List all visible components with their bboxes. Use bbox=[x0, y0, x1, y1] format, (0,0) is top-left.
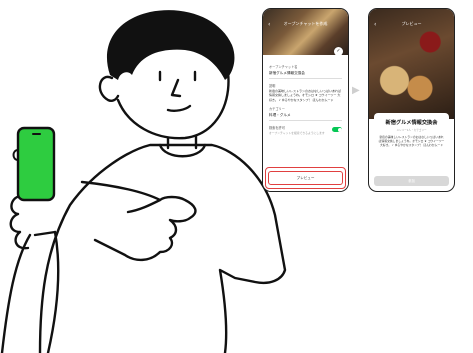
card-subtitle: メンバー1人・カテゴリー bbox=[396, 129, 427, 132]
preview-header-title: プレビュー bbox=[401, 21, 422, 26]
preview-header: ‹ プレビュー bbox=[369, 21, 454, 28]
arrow-right-icon: ▶ bbox=[352, 85, 360, 96]
preview-button[interactable]: プレビュー bbox=[268, 171, 343, 185]
phone-create-form: ‹ オープンチャットを作成 ✓ オープンチャット名 新宿グルメ情報交換会 説明 … bbox=[262, 8, 349, 192]
back-icon[interactable]: ‹ bbox=[268, 21, 270, 28]
search-label: 検索を許可 bbox=[269, 125, 285, 130]
desc-field[interactable]: 新宿の美味しいレストランのおはなしいっぱいあれば情報交換しましょうね。オモシロ … bbox=[269, 89, 342, 102]
back-icon[interactable]: ‹ bbox=[374, 21, 376, 28]
category-select[interactable]: 料理・グルメ bbox=[269, 113, 342, 121]
header-title: オープンチャットを作成 bbox=[283, 21, 328, 26]
search-hint: オープンチャットを検索できるようにします bbox=[269, 130, 325, 135]
category-label: カテゴリー bbox=[269, 107, 285, 112]
join-button[interactable]: 参加 bbox=[374, 176, 449, 186]
handheld-phone-icon bbox=[16, 126, 56, 202]
phone-preview: ‹ プレビュー 新宿グルメ情報交換会 メンバー1人・カテゴリー 新宿の美味しいレ… bbox=[368, 8, 455, 192]
header-bar: ‹ オープンチャットを作成 bbox=[263, 21, 348, 28]
search-toggle[interactable] bbox=[332, 127, 342, 133]
preview-card: 新宿グルメ情報交換会 メンバー1人・カテゴリー 新宿の美味しいレストランのおはな… bbox=[374, 113, 449, 171]
card-description: 新宿の美味しいレストランのおはなしいっぱいあれば情報交換しましょうね。オモシロ … bbox=[378, 135, 445, 147]
card-title: 新宿グルメ情報交換会 bbox=[385, 120, 438, 126]
name-field[interactable]: 新宿グルメ情報交換会 bbox=[269, 71, 342, 79]
name-label: オープンチャット名 bbox=[269, 65, 298, 69]
desc-label: 説明 bbox=[269, 83, 276, 88]
